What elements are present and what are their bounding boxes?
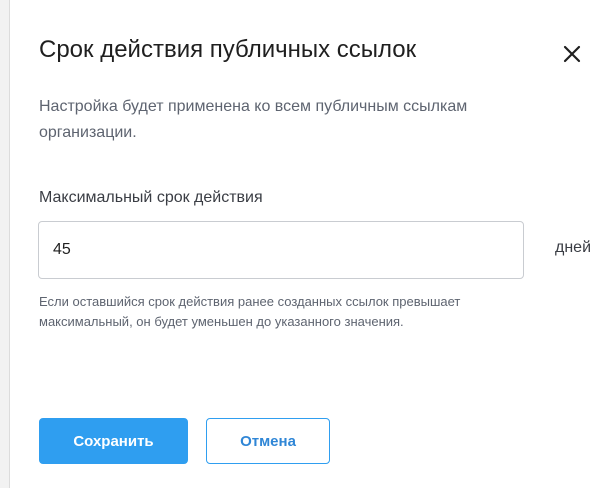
dialog-description: Настройка будет применена ко всем публич…	[39, 98, 468, 141]
max-expiry-input[interactable]	[38, 221, 524, 279]
dialog-title: Срок действия публичных ссылок	[39, 36, 417, 63]
expiry-hint: Если оставшийся срок действия ранее созд…	[39, 294, 461, 329]
max-expiry-label: Максимальный срок действия	[39, 189, 263, 206]
save-button[interactable]: Сохранить	[39, 418, 188, 464]
days-unit-label: дней	[555, 239, 592, 256]
close-icon	[556, 38, 588, 70]
close-button[interactable]	[556, 38, 588, 70]
public-links-expiry-dialog: Срок действия публичных ссылок Настройка…	[9, 0, 606, 488]
cancel-button[interactable]: Отмена	[206, 418, 330, 464]
